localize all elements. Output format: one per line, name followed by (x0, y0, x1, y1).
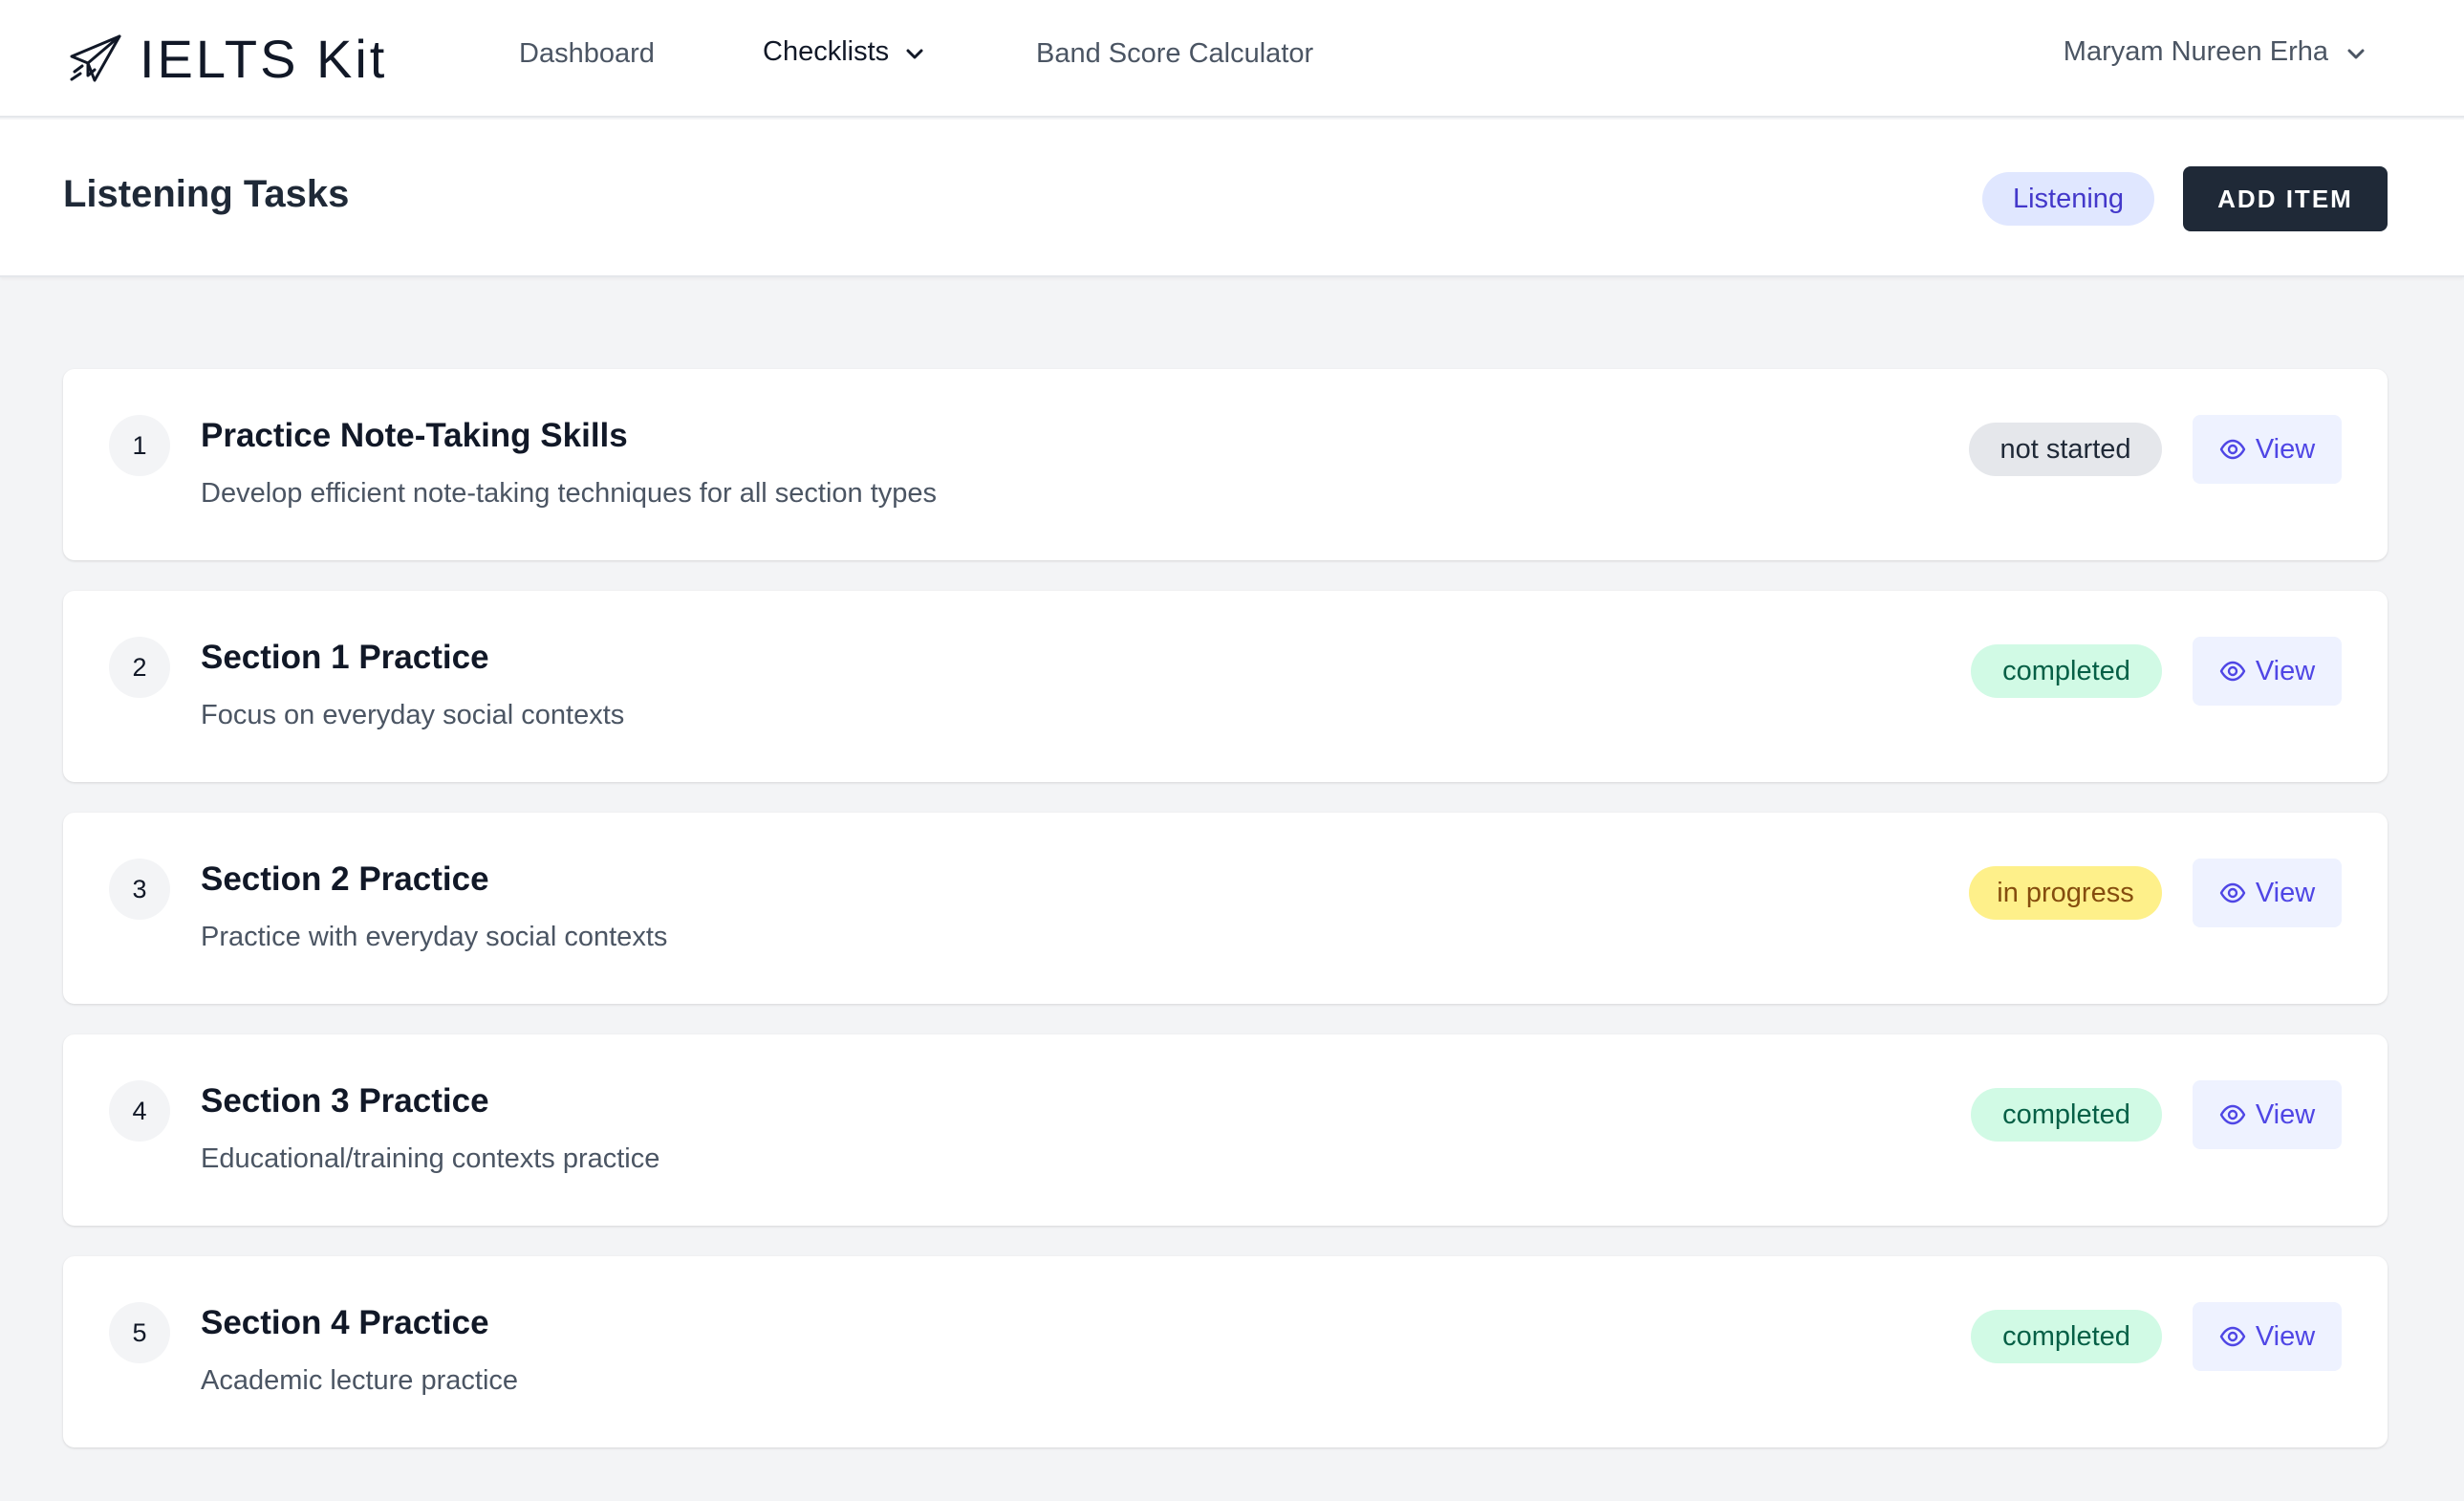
view-button-label: View (2255, 655, 2316, 686)
eye-icon (2219, 439, 2246, 460)
page-title: Listening Tasks (63, 173, 350, 215)
nav-link-band-score-calculator[interactable]: Band Score Calculator (1036, 38, 1313, 70)
task-description: Educational/training contexts practice (201, 1143, 660, 1174)
task-number: 5 (109, 1302, 170, 1363)
task-card: 2 Section 1 Practice Focus on everyday s… (63, 591, 2388, 782)
eye-icon (2219, 1326, 2246, 1347)
status-badge: completed (1971, 644, 2162, 698)
task-title: Section 1 Practice (201, 639, 489, 676)
view-button-label: View (2255, 433, 2316, 465)
task-card: 4 Section 3 Practice Educational/trainin… (63, 1034, 2388, 1226)
view-button[interactable]: View (2193, 415, 2342, 484)
task-number: 1 (109, 415, 170, 476)
task-description: Develop efficient note-taking techniques… (201, 478, 938, 509)
user-name: Maryam Nureen Erha (2063, 36, 2328, 67)
status-badge: completed (1971, 1310, 2162, 1363)
page-header: Listening Tasks Listening ADD ITEM (0, 120, 2464, 277)
task-description: Academic lecture practice (201, 1365, 519, 1396)
task-number: 2 (109, 637, 170, 698)
paper-plane-icon (69, 33, 122, 83)
view-button[interactable]: View (2193, 637, 2342, 706)
eye-icon (2219, 882, 2246, 903)
task-title: Section 2 Practice (201, 860, 489, 898)
brand-name: IELTS Kit (140, 28, 388, 89)
task-card: 1 Practice Note-Taking Skills Develop ef… (63, 369, 2388, 560)
nav-link-checklists-label: Checklists (763, 36, 890, 67)
eye-icon (2219, 1104, 2246, 1125)
nav-link-dashboard[interactable]: Dashboard (519, 38, 655, 70)
task-title: Section 3 Practice (201, 1082, 489, 1120)
task-title: Section 4 Practice (201, 1304, 489, 1341)
chevron-down-icon (906, 36, 923, 68)
eye-icon (2219, 661, 2246, 682)
view-button-label: View (2255, 1099, 2316, 1130)
task-number: 4 (109, 1080, 170, 1142)
status-badge: completed (1971, 1088, 2162, 1142)
top-navigation: IELTS Kit Dashboard Checklists Band Scor… (0, 0, 2464, 118)
view-button[interactable]: View (2193, 1080, 2342, 1149)
view-button[interactable]: View (2193, 1302, 2342, 1371)
task-number: 3 (109, 859, 170, 920)
status-badge: not started (1969, 423, 2162, 476)
view-button-label: View (2255, 1320, 2316, 1352)
user-menu[interactable]: Maryam Nureen Erha (2064, 36, 2365, 68)
task-card: 5 Section 4 Practice Academic lecture pr… (63, 1256, 2388, 1447)
chevron-down-icon (2347, 36, 2365, 68)
task-description: Focus on everyday social contexts (201, 700, 625, 730)
brand-logo[interactable]: IELTS Kit (69, 28, 388, 89)
task-description: Practice with everyday social contexts (201, 922, 668, 952)
nav-link-checklists[interactable]: Checklists (763, 36, 923, 68)
task-card: 3 Section 2 Practice Practice with every… (63, 813, 2388, 1004)
add-item-button[interactable]: ADD ITEM (2183, 166, 2388, 231)
category-badge: Listening (1982, 172, 2154, 226)
task-title: Practice Note-Taking Skills (201, 417, 628, 454)
task-list: 1 Practice Note-Taking Skills Develop ef… (63, 369, 2388, 1478)
status-badge: in progress (1969, 866, 2162, 920)
view-button-label: View (2255, 877, 2316, 908)
view-button[interactable]: View (2193, 859, 2342, 927)
